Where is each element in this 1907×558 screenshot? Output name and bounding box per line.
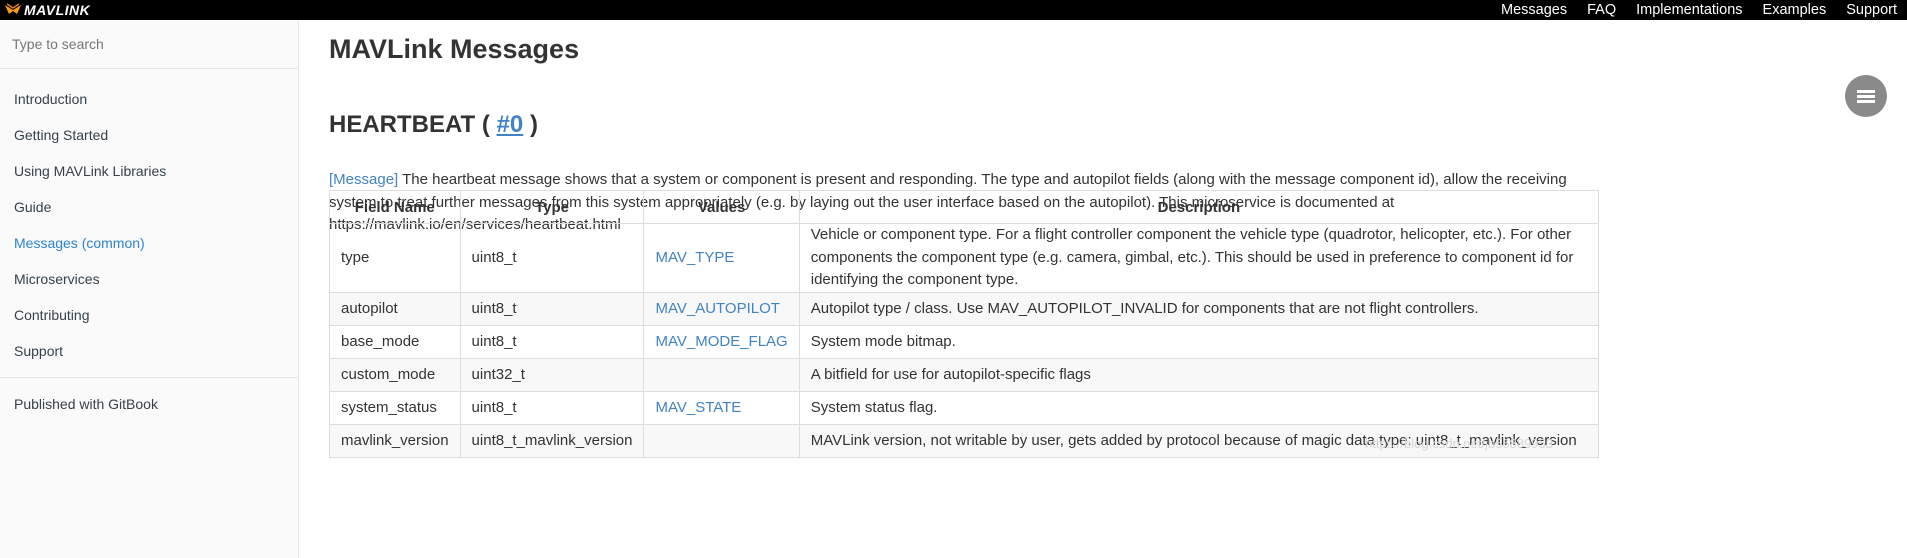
type-cell: uint8_t (459, 291, 645, 326)
field-name-cell: base_mode (329, 324, 461, 359)
table-row: custom_mode uint32_t A bitfield for use … (329, 357, 1600, 392)
nav-support[interactable]: Support (1846, 2, 1897, 18)
search-input[interactable] (12, 36, 282, 52)
heading-open-paren: ( (481, 111, 490, 138)
values-cell (643, 423, 800, 458)
description-cell: System status flag. (798, 390, 1600, 425)
top-bar: MAVLINK Messages FAQ Implementations Exa… (0, 0, 1907, 20)
values-cell (643, 357, 800, 392)
table-header-row: Field Name Type Values Description (329, 190, 1600, 224)
sidebar-nav: Introduction Getting Started Using MAVLi… (0, 69, 298, 369)
col-description: Description (798, 190, 1600, 224)
description-cell: Vehicle or component type. For a flight … (798, 223, 1600, 293)
field-name-cell: autopilot (329, 291, 461, 326)
gitbook-link[interactable]: Published with GitBook (0, 386, 298, 422)
message-name: HEARTBEAT (329, 111, 476, 138)
values-cell: MAV_AUTOPILOT (643, 291, 800, 326)
values-cell: MAV_MODE_FLAG (643, 324, 800, 359)
enum-link[interactable]: MAV_MODE_FLAG (655, 333, 787, 350)
field-name-cell: system_status (329, 390, 461, 425)
type-cell: uint8_t (459, 390, 645, 425)
logo-text: MAVLINK (24, 2, 91, 18)
heading-close-paren: ) (529, 111, 538, 138)
values-cell: MAV_TYPE (643, 223, 800, 293)
description-cell: Autopilot type / class. Use MAV_AUTOPILO… (798, 291, 1600, 326)
message-tag-link[interactable]: [Message] (329, 171, 398, 188)
sidebar-item-contributing[interactable]: Contributing (0, 297, 298, 333)
table-row: type uint8_t MAV_TYPE Vehicle or compone… (329, 223, 1600, 293)
type-cell: uint32_t (459, 357, 645, 392)
sidebar-item-microservices[interactable]: Microservices (0, 261, 298, 297)
sidebar-divider (0, 377, 298, 378)
mavlink-logo[interactable]: MAVLINK (4, 0, 90, 20)
col-type: Type (459, 190, 645, 224)
sidebar-item-messages-common[interactable]: Messages (common) (0, 225, 298, 261)
nav-messages[interactable]: Messages (1501, 2, 1567, 18)
message-id-link[interactable]: #0 (497, 111, 524, 138)
enum-link[interactable]: MAV_STATE (655, 399, 741, 416)
field-name-cell: custom_mode (329, 357, 461, 392)
search-box (0, 20, 298, 69)
type-cell: uint8_t_mavlink_version (459, 423, 645, 458)
sidebar-item-getting-started[interactable]: Getting Started (0, 117, 298, 153)
message-heading: HEARTBEAT ( #0 ) (329, 111, 538, 139)
values-cell: MAV_STATE (643, 390, 800, 425)
nav-faq[interactable]: FAQ (1587, 2, 1616, 18)
sidebar-item-guide[interactable]: Guide (0, 189, 298, 225)
mavlink-logo-icon (5, 3, 21, 14)
hamburger-icon (1857, 88, 1875, 105)
sidebar-item-using-libraries[interactable]: Using MAVLink Libraries (0, 153, 298, 189)
menu-toggle-button[interactable] (1845, 75, 1887, 117)
col-values: Values (643, 190, 800, 224)
fields-table: Field Name Type Values Description type … (329, 190, 1600, 458)
sidebar: Introduction Getting Started Using MAVLi… (0, 20, 299, 558)
field-name-cell: mavlink_version (329, 423, 461, 458)
nav-implementations[interactable]: Implementations (1636, 2, 1742, 18)
description-cell: A bitfield for use for autopilot-specifi… (798, 357, 1600, 392)
description-cell: System mode bitmap. (798, 324, 1600, 359)
page-title: MAVLink Messages (329, 34, 580, 64)
table-row: autopilot uint8_t MAV_AUTOPILOT Autopilo… (329, 291, 1600, 326)
enum-link[interactable]: MAV_TYPE (655, 249, 734, 266)
enum-link[interactable]: MAV_AUTOPILOT (655, 300, 779, 317)
type-cell: uint8_t (459, 223, 645, 293)
sidebar-item-introduction[interactable]: Introduction (0, 81, 298, 117)
nav-examples[interactable]: Examples (1763, 2, 1827, 18)
watermark: https://blog.csdn.net/jb56889953 (1365, 436, 1553, 451)
sidebar-item-support[interactable]: Support (0, 333, 298, 369)
type-cell: uint8_t (459, 324, 645, 359)
table-row: system_status uint8_t MAV_STATE System s… (329, 390, 1600, 425)
top-nav: Messages FAQ Implementations Examples Su… (1501, 0, 1907, 20)
field-name-cell: type (329, 223, 461, 293)
table-row: base_mode uint8_t MAV_MODE_FLAG System m… (329, 324, 1600, 359)
col-field-name: Field Name (329, 190, 461, 224)
